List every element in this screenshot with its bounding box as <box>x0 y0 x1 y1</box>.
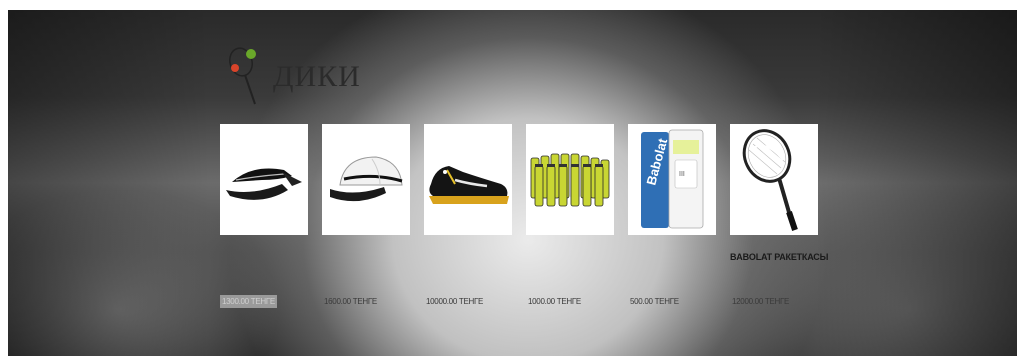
product-image[interactable]: Babolat III <box>628 124 716 235</box>
product-image[interactable] <box>322 124 410 235</box>
racket-logo-icon <box>229 47 256 105</box>
price-label[interactable]: 500.00 ТЕНГЕ <box>628 295 681 308</box>
tennis-balls-box-icon <box>530 153 610 206</box>
overgrip-pack-icon: Babolat III <box>641 129 704 228</box>
hero-background: ДИКИ Babolat III BABOLAT РАКЕТКАСЫ 1300.… <box>8 10 1017 356</box>
product-card[interactable] <box>526 124 614 235</box>
visor-cap-icon <box>226 168 302 200</box>
white-cap-icon <box>330 155 403 201</box>
product-card[interactable] <box>322 124 410 235</box>
tennis-shoe-icon <box>429 165 509 204</box>
product-card[interactable]: Babolat III <box>628 124 716 235</box>
product-image[interactable] <box>220 124 308 235</box>
product-image[interactable] <box>730 124 818 235</box>
svg-text:III: III <box>679 171 685 178</box>
logo[interactable]: ДИКИ <box>221 40 381 110</box>
price-label[interactable]: 1000.00 ТЕНГЕ <box>526 295 583 308</box>
price-label[interactable]: 12000.00 ТЕНГЕ <box>730 295 791 308</box>
price-label[interactable]: 10000.00 ТЕНГЕ <box>424 295 485 308</box>
logo-text: ДИКИ <box>273 60 361 93</box>
product-name[interactable]: BABOLAT РАКЕТКАСЫ <box>730 252 870 262</box>
product-card[interactable]: BABOLAT РАКЕТКАСЫ <box>730 124 828 262</box>
product-image[interactable] <box>424 124 512 235</box>
price-label[interactable]: 1300.00 ТЕНГЕ <box>220 295 277 308</box>
product-card[interactable] <box>220 124 308 235</box>
tennis-racket-icon <box>742 128 798 231</box>
price-label[interactable]: 1600.00 ТЕНГЕ <box>322 295 379 308</box>
product-card[interactable] <box>424 124 512 235</box>
product-image[interactable] <box>526 124 614 235</box>
